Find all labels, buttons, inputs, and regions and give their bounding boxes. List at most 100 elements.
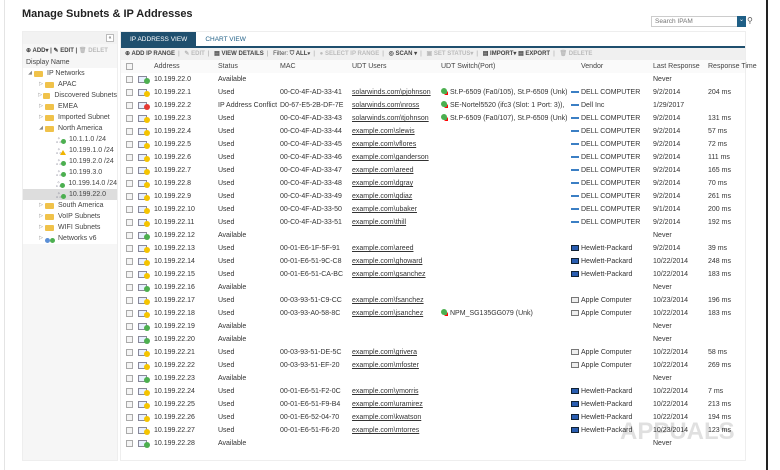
udt-user-link[interactable]: solarwinds.com\nross xyxy=(352,99,419,112)
expand-icon[interactable]: ◢ xyxy=(37,123,45,134)
tree-node[interactable]: ஃ 10.199.1.0 /24 xyxy=(23,145,117,156)
udt-user-link[interactable]: example.com\areed xyxy=(352,242,413,255)
table-row[interactable]: 10.199.22.14 Used 00-01-E6-51-9C-C8 example… xyxy=(121,255,745,268)
table-row[interactable]: 10.199.22.17 Used 00-03-93-51-C9-CC example… xyxy=(121,294,745,307)
table-row[interactable]: 10.199.22.15 Used 00-01-E6-51-CA-BC example… xyxy=(121,268,745,281)
table-row[interactable]: 10.199.22.24 Used 00-01-E6-51-F2-0C example… xyxy=(121,385,745,398)
row-checkbox[interactable] xyxy=(126,180,133,187)
udt-user-link[interactable]: example.com\mfoster xyxy=(352,359,419,372)
row-checkbox[interactable] xyxy=(126,115,133,122)
table-row[interactable]: 10.199.22.1 Used 00-C0-4F-AD-33-41 solarwin… xyxy=(121,86,745,99)
table-row[interactable]: 10.199.22.3 Used 00-C0-4F-AD-33-43 solarwin… xyxy=(121,112,745,125)
import-button[interactable]: ▤ IMPORT▾ xyxy=(483,51,517,57)
ip-address[interactable]: 10.199.22.23 xyxy=(154,372,195,385)
table-row[interactable]: 10.199.22.25 Used 00-01-E6-51-F9-B4 example… xyxy=(121,398,745,411)
row-checkbox[interactable] xyxy=(126,89,133,96)
row-checkbox[interactable] xyxy=(126,349,133,356)
udt-user-link[interactable]: example.com\ganderson xyxy=(352,151,429,164)
ip-address[interactable]: 10.199.22.27 xyxy=(154,424,195,437)
udt-user-link[interactable]: example.com\jsanchez xyxy=(352,307,423,320)
ip-address[interactable]: 10.199.22.19 xyxy=(154,320,195,333)
view-details-button[interactable]: ▤ VIEW DETAILS xyxy=(214,51,264,57)
udt-switch-link[interactable]: NPM_SG135GG079 (Unk) xyxy=(441,307,533,320)
row-checkbox[interactable] xyxy=(126,323,133,330)
udt-user-link[interactable]: example.com\uramirez xyxy=(352,398,423,411)
table-row[interactable]: 10.199.22.4 Used 00-C0-4F-AD-33-44 example.… xyxy=(121,125,745,138)
udt-user-link[interactable]: example.com\ghoward xyxy=(352,255,422,268)
ip-address[interactable]: 10.199.22.2 xyxy=(154,99,191,112)
column-header[interactable]: Vendor xyxy=(581,60,603,73)
udt-user-link[interactable]: example.com\mtorres xyxy=(352,424,419,437)
add-button[interactable]: ⊕ ADD▾ xyxy=(26,48,49,54)
row-checkbox[interactable] xyxy=(126,245,133,252)
select-ip-range-button[interactable]: ● SELECT IP RANGE xyxy=(320,51,380,57)
filter-all-dropdown[interactable]: ⛉ ALL▾ xyxy=(290,51,311,57)
tree-node[interactable]: ▷ Networks v6 xyxy=(23,233,117,244)
ip-address[interactable]: 10.199.22.7 xyxy=(154,164,191,177)
delete-button[interactable]: 🗑 DELET xyxy=(79,48,108,54)
row-checkbox[interactable] xyxy=(126,271,133,278)
row-checkbox[interactable] xyxy=(126,375,133,382)
column-header[interactable]: Last Response xyxy=(653,60,700,73)
tab-chart-view[interactable]: CHART VIEW xyxy=(196,32,255,46)
table-row[interactable]: 10.199.22.9 Used 00-C0-4F-AD-33-49 example.… xyxy=(121,190,745,203)
ip-address[interactable]: 10.199.22.13 xyxy=(154,242,195,255)
table-row[interactable]: 10.199.22.2 IP Address Conflict D0-67-E5-2… xyxy=(121,99,745,112)
expand-icon[interactable]: ▷ xyxy=(37,112,45,123)
column-header[interactable]: UDT Users xyxy=(352,60,386,73)
row-checkbox[interactable] xyxy=(126,76,133,83)
column-header[interactable]: MAC xyxy=(280,60,296,73)
udt-user-link[interactable]: solarwinds.com\pjohnson xyxy=(352,86,431,99)
ip-address[interactable]: 10.199.22.9 xyxy=(154,190,191,203)
tree-node[interactable]: ஃ 10.199.2.0 /24 xyxy=(23,156,117,167)
ip-address[interactable]: 10.199.22.26 xyxy=(154,411,195,424)
tree-node[interactable]: ▷ Imported Subnet xyxy=(23,112,117,123)
row-checkbox[interactable] xyxy=(126,401,133,408)
expand-icon[interactable]: ▷ xyxy=(37,222,45,233)
ip-address[interactable]: 10.199.22.5 xyxy=(154,138,191,151)
udt-user-link[interactable]: example.com\grivera xyxy=(352,346,417,359)
table-row[interactable]: 10.199.22.22 Used 00-03-93-51-EF-20 example… xyxy=(121,359,745,372)
tree-node[interactable]: ▷ APAC xyxy=(23,79,117,90)
row-checkbox[interactable] xyxy=(126,232,133,239)
row-checkbox[interactable] xyxy=(126,388,133,395)
row-checkbox[interactable] xyxy=(126,362,133,369)
ip-address[interactable]: 10.199.22.3 xyxy=(154,112,191,125)
row-checkbox[interactable] xyxy=(126,193,133,200)
row-checkbox[interactable] xyxy=(126,102,133,109)
search-icon[interactable]: ⚲ xyxy=(747,16,753,25)
table-row[interactable]: 10.199.22.8 Used 00-C0-4F-AD-33-48 example.… xyxy=(121,177,745,190)
expand-icon[interactable]: ▷ xyxy=(37,79,45,90)
udt-user-link[interactable]: example.com\kwatson xyxy=(352,411,421,424)
udt-user-link[interactable]: example.com\vflores xyxy=(352,138,416,151)
tree-node[interactable]: ▷ VoIP Subnets xyxy=(23,211,117,222)
table-row[interactable]: 10.199.22.0 Available Never xyxy=(121,73,745,86)
ip-address[interactable]: 10.199.22.10 xyxy=(154,203,195,216)
table-row[interactable]: 10.199.22.20 Available Never xyxy=(121,333,745,346)
ip-address[interactable]: 10.199.22.6 xyxy=(154,151,191,164)
udt-user-link[interactable]: example.com\thill xyxy=(352,216,406,229)
udt-user-link[interactable]: example.com\ubaker xyxy=(352,203,417,216)
expand-icon[interactable]: ▷ xyxy=(37,200,45,211)
table-row[interactable]: 10.199.22.6 Used 00-C0-4F-AD-33-46 example.… xyxy=(121,151,745,164)
row-checkbox[interactable] xyxy=(126,284,133,291)
search-dropdown-button[interactable]: ⌄ xyxy=(737,16,746,27)
row-checkbox[interactable] xyxy=(126,427,133,434)
ip-address[interactable]: 10.199.22.17 xyxy=(154,294,195,307)
table-row[interactable]: 10.199.22.19 Available Never xyxy=(121,320,745,333)
tree-node[interactable]: ▷ WIFI Subnets xyxy=(23,222,117,233)
column-header[interactable]: UDT Switch(Port) xyxy=(441,60,495,73)
tree-node[interactable]: ▷ South America xyxy=(23,200,117,211)
edit-ip-button[interactable]: ✎ EDIT xyxy=(184,51,204,57)
row-checkbox[interactable] xyxy=(126,167,133,174)
row-checkbox[interactable] xyxy=(126,219,133,226)
table-row[interactable]: 10.199.22.12 Available Never xyxy=(121,229,745,242)
table-row[interactable]: 10.199.22.23 Available Never xyxy=(121,372,745,385)
ip-address[interactable]: 10.199.22.20 xyxy=(154,333,195,346)
ip-address[interactable]: 10.199.22.11 xyxy=(154,216,194,229)
ip-address[interactable]: 10.199.22.0 xyxy=(154,73,191,86)
expand-icon[interactable]: ▷ xyxy=(37,101,45,112)
udt-switch-link[interactable]: St.P-6509 (Fa0/107), St.P-6509 (Unk) xyxy=(441,112,568,125)
udt-user-link[interactable]: example.com\slewis xyxy=(352,125,415,138)
expand-icon[interactable]: ◢ xyxy=(26,68,34,79)
